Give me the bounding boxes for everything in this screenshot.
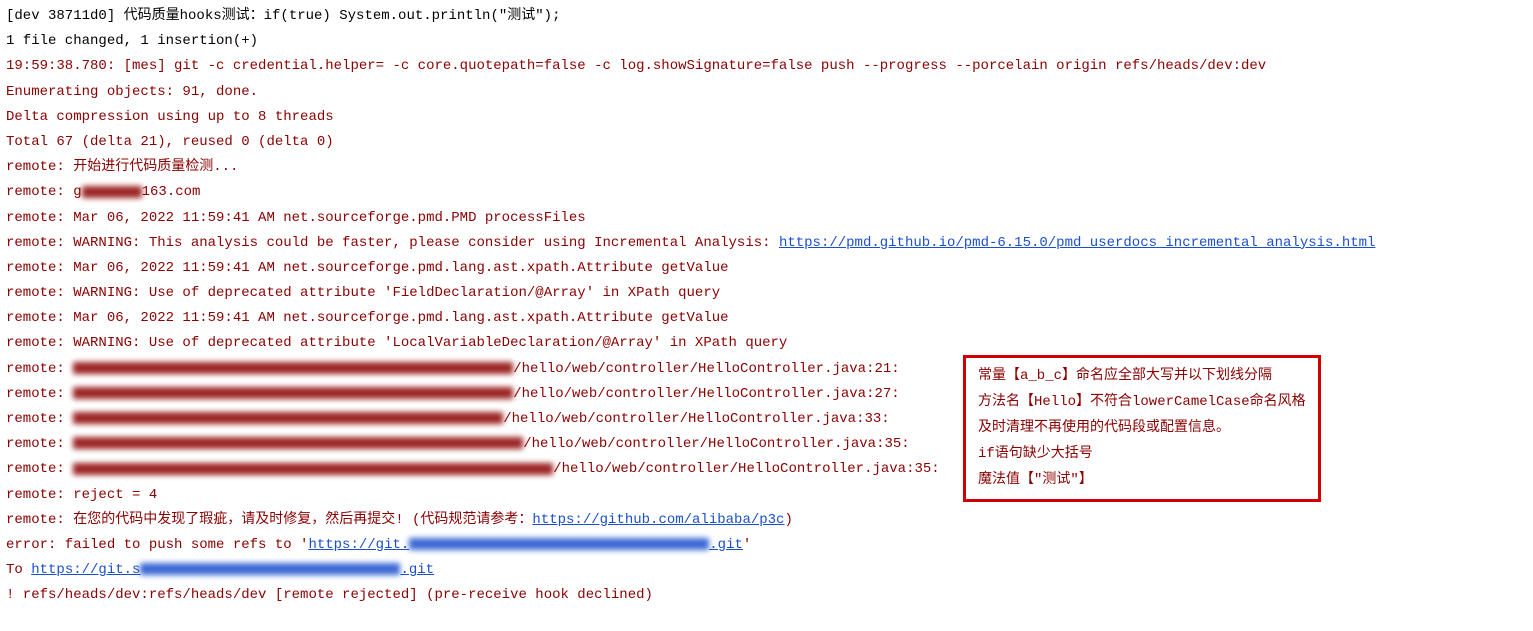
remote-rejected-line: ! refs/heads/dev:refs/heads/dev [remote …	[6, 583, 1527, 608]
commit-header-line: [dev 38711d0] 代码质量hooks测试：if(true) Syste…	[6, 4, 1527, 29]
git-repo-link[interactable]: https://git. .git	[308, 537, 742, 553]
remote-warning-incremental-line: remote: WARNING: This analysis could be …	[6, 231, 1527, 256]
terminal-output: [dev 38711d0] 代码质量hooks测试：if(true) Syste…	[6, 4, 1527, 609]
pmd-docs-link[interactable]: https://pmd.github.io/pmd-6.15.0/pmd_use…	[779, 235, 1376, 251]
to-repo-line: To https://git.s .git	[6, 558, 1527, 583]
summary-prefix: remote: 在您的代码中发现了瑕疵，请及时修复，然后再提交! (代码规范请参…	[6, 512, 532, 528]
redacted-path-icon	[73, 463, 553, 475]
git-repo-to-link[interactable]: https://git.s .git	[31, 562, 434, 578]
remote-prefix: remote:	[6, 461, 73, 477]
error-suffix: '	[743, 537, 751, 553]
remote-pmd-process-line: remote: Mar 06, 2022 11:59:41 AM net.sou…	[6, 206, 1527, 231]
violation-path-27: /hello/web/controller/HelloController.ja…	[513, 386, 899, 402]
remote-prefix: remote:	[6, 411, 73, 427]
remote-prefix: remote:	[6, 386, 73, 402]
redacted-url-icon	[140, 563, 400, 575]
git-push-command-line: 19:59:38.780: [mes] git -c credential.he…	[6, 54, 1527, 79]
violation-path-35a: /hello/web/controller/HelloController.ja…	[523, 436, 909, 452]
redacted-path-icon	[73, 437, 523, 449]
summary-suffix: )	[784, 512, 792, 528]
remote-prefix: remote:	[6, 436, 73, 452]
callout-row: if语句缺少大括号	[978, 442, 1306, 468]
redacted-url-icon	[409, 538, 709, 550]
remote-prefix: remote:	[6, 361, 73, 377]
link-prefix: https://git.	[308, 537, 409, 553]
remote-email-line: remote: g 163.com	[6, 180, 1527, 205]
violation-path-33: /hello/web/controller/HelloController.ja…	[503, 411, 889, 427]
violation-callout: 常量【a_b_c】命名应全部大写并以下划线分隔方法名【Hello】不符合lowe…	[963, 355, 1321, 502]
remote-warning-localvar-line: remote: WARNING: Use of deprecated attri…	[6, 331, 1527, 356]
commit-stat-line: 1 file changed, 1 insertion(+)	[6, 29, 1527, 54]
to-prefix: To	[6, 562, 31, 578]
callout-row: 及时清理不再使用的代码段或配置信息。	[978, 416, 1306, 442]
remote-summary-line: remote: 在您的代码中发现了瑕疵，请及时修复，然后再提交! (代码规范请参…	[6, 508, 1527, 533]
redacted-email-icon	[82, 186, 142, 198]
link-prefix: https://git.s	[31, 562, 140, 578]
remote-pmd-attr-line-1: remote: Mar 06, 2022 11:59:41 AM net.sou…	[6, 256, 1527, 281]
p3c-link[interactable]: https://github.com/alibaba/p3c	[532, 512, 784, 528]
callout-row: 方法名【Hello】不符合lowerCamelCase命名风格	[978, 390, 1306, 416]
error-failed-push-line: error: failed to push some refs to 'http…	[6, 533, 1527, 558]
callout-row: 魔法值【"测试"】	[978, 468, 1306, 494]
warning-prefix: remote: WARNING: This analysis could be …	[6, 235, 779, 251]
redacted-path-icon	[73, 412, 503, 424]
error-prefix: error: failed to push some refs to '	[6, 537, 308, 553]
remote-pmd-attr-line-2: remote: Mar 06, 2022 11:59:41 AM net.sou…	[6, 306, 1527, 331]
redacted-path-icon	[73, 362, 513, 374]
violation-path-21: /hello/web/controller/HelloController.ja…	[513, 361, 899, 377]
remote-email-prefix: remote: g	[6, 184, 82, 200]
remote-warning-field-line: remote: WARNING: Use of deprecated attri…	[6, 281, 1527, 306]
link-suffix: .git	[709, 537, 743, 553]
remote-email-suffix: 163.com	[142, 184, 201, 200]
enumerating-line: Enumerating objects: 91, done.	[6, 80, 1527, 105]
callout-row: 常量【a_b_c】命名应全部大写并以下划线分隔	[978, 364, 1306, 390]
link-suffix: .git	[400, 562, 434, 578]
delta-compression-line: Delta compression using up to 8 threads	[6, 105, 1527, 130]
redacted-path-icon	[73, 387, 513, 399]
violation-path-35b: /hello/web/controller/HelloController.ja…	[553, 461, 939, 477]
remote-start-check-line: remote: 开始进行代码质量检测...	[6, 155, 1527, 180]
total-line: Total 67 (delta 21), reused 0 (delta 0)	[6, 130, 1527, 155]
